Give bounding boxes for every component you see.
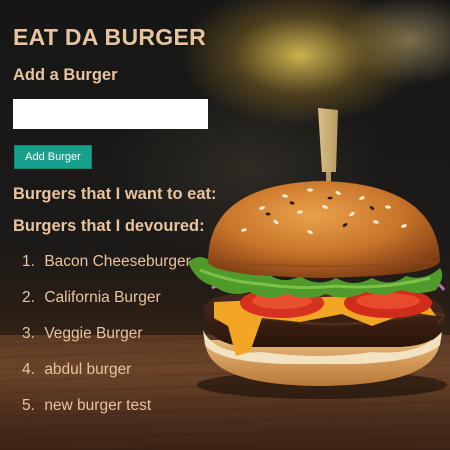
- list-item: 4. abdul burger: [22, 360, 191, 396]
- list-item-label: abdul burger: [44, 361, 132, 378]
- list-item-number: 4.: [22, 361, 35, 378]
- list-item-number: 3.: [22, 325, 35, 342]
- list-item-number: 1.: [22, 253, 35, 270]
- add-burger-button[interactable]: Add Burger: [14, 145, 92, 169]
- devoured-heading: Burgers that I devoured:: [13, 217, 205, 235]
- list-item: 2. California Burger: [22, 288, 191, 324]
- list-item-label: Veggie Burger: [44, 325, 143, 342]
- main-content: EAT DA BURGER Add a Burger Add Burger Bu…: [0, 0, 450, 450]
- page-title: EAT DA BURGER: [13, 24, 207, 50]
- list-item-label: Bacon Cheeseburger: [44, 253, 191, 270]
- list-item-label: new burger test: [44, 397, 152, 414]
- want-to-eat-heading: Burgers that I want to eat:: [13, 185, 217, 203]
- burger-name-input[interactable]: [13, 99, 208, 129]
- list-item: 3. Veggie Burger: [22, 324, 191, 360]
- devoured-list: 1. Bacon Cheeseburger 2. California Burg…: [22, 252, 191, 432]
- list-item-number: 5.: [22, 397, 35, 414]
- list-item: 1. Bacon Cheeseburger: [22, 252, 191, 288]
- list-item-number: 2.: [22, 289, 35, 306]
- add-burger-heading: Add a Burger: [13, 66, 118, 84]
- list-item: 5. new burger test: [22, 396, 191, 432]
- list-item-label: California Burger: [44, 289, 161, 306]
